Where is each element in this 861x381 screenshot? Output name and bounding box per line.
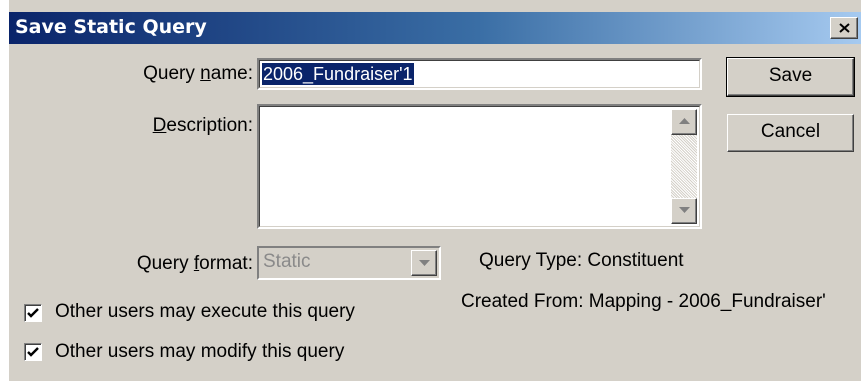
- query-format-select[interactable]: Static: [257, 246, 441, 280]
- query-format-dropdown-button[interactable]: [411, 250, 437, 276]
- checkmark-icon: [27, 308, 39, 318]
- execute-checkbox[interactable]: [24, 304, 42, 322]
- cancel-button[interactable]: Cancel: [727, 114, 854, 152]
- execute-label[interactable]: Other users may execute this query: [55, 301, 355, 323]
- close-button[interactable]: [830, 17, 858, 39]
- description-textarea[interactable]: [257, 104, 702, 229]
- scroll-down-button[interactable]: [671, 198, 697, 224]
- scroll-up-button[interactable]: [671, 109, 697, 135]
- created-from-text: Created From: Mapping - 2006_Fundraiser': [461, 291, 826, 312]
- window-title: Save Static Query: [15, 16, 207, 38]
- checkmark-icon: [27, 347, 39, 357]
- chevron-down-icon: [419, 260, 430, 266]
- query-name-input[interactable]: 2006_Fundraiser'1: [257, 58, 702, 90]
- query-name-value: 2006_Fundraiser'1: [262, 63, 414, 85]
- modify-checkbox[interactable]: [24, 343, 42, 361]
- close-icon: [839, 23, 850, 33]
- modify-label[interactable]: Other users may modify this query: [55, 341, 344, 363]
- save-static-query-dialog: Save Static Query Query name: 2006_Fundr…: [8, 0, 861, 381]
- arrow-down-icon: [679, 207, 690, 213]
- query-format-value: Static: [263, 251, 311, 272]
- title-bar[interactable]: Save Static Query: [9, 12, 861, 44]
- query-name-label: Query name:: [143, 63, 253, 84]
- query-type-text: Query Type: Constituent: [479, 250, 684, 271]
- description-scrollbar[interactable]: [671, 109, 697, 224]
- save-button[interactable]: Save: [726, 57, 855, 97]
- description-label: Description:: [152, 115, 253, 136]
- query-format-label: Query format:: [136, 253, 253, 274]
- arrow-up-icon: [679, 118, 690, 124]
